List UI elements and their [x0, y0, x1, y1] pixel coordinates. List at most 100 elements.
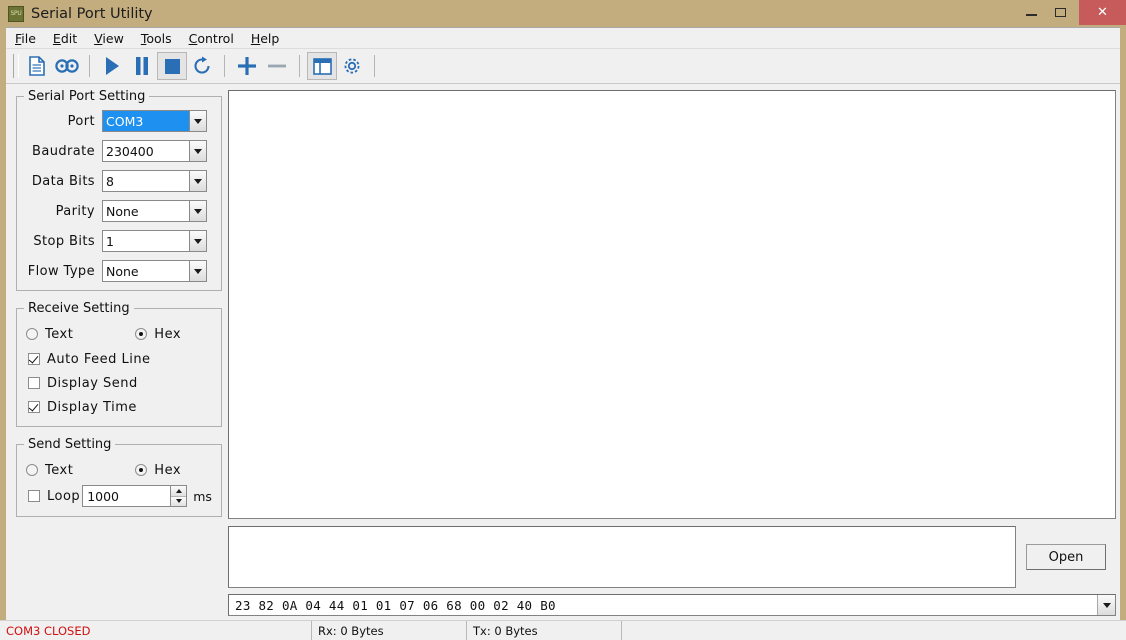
- auto-feed-line-row[interactable]: Auto Feed Line: [22, 347, 216, 371]
- window-controls: ✕: [1017, 0, 1126, 27]
- port-combo[interactable]: COM3: [102, 110, 207, 132]
- baudrate-value: 230400: [103, 141, 189, 161]
- baudrate-chevron-down-icon[interactable]: [189, 141, 206, 161]
- receive-text-radio-icon[interactable]: [26, 328, 38, 340]
- receive-hex-radio-icon[interactable]: [135, 328, 147, 340]
- serial-port-setting-legend: Serial Port Setting: [24, 89, 149, 104]
- stop-button[interactable]: [157, 52, 187, 80]
- send-hex-label: Hex: [154, 463, 181, 478]
- toolbar-separator-4: [374, 55, 375, 77]
- menu-tools-label-rest: ools: [146, 31, 171, 46]
- field-baudrate: Baudrate 230400: [22, 139, 216, 163]
- flow-type-label: Flow Type: [22, 264, 102, 279]
- port-value: COM3: [103, 111, 189, 131]
- close-icon: ✕: [1097, 5, 1108, 20]
- open-button[interactable]: Open: [1026, 544, 1106, 570]
- port-chevron-down-icon[interactable]: [189, 111, 206, 131]
- status-port-state: COM3 CLOSED: [0, 621, 312, 640]
- window-client-area: File Edit View Tools Control Help: [6, 27, 1120, 634]
- loop-interval-decrement-icon[interactable]: [171, 497, 186, 507]
- send-format-hex-option[interactable]: Hex: [135, 463, 181, 478]
- command-input[interactable]: 23 82 0A 04 44 01 01 07 06 68 00 02 40 B…: [229, 595, 1097, 615]
- send-format-row: Text Hex: [22, 457, 216, 483]
- parity-label: Parity: [22, 204, 102, 219]
- baudrate-label: Baudrate: [22, 144, 102, 159]
- record-spool-button[interactable]: [52, 52, 82, 80]
- loop-interval-value[interactable]: 1000: [83, 486, 170, 506]
- receive-format-text-option[interactable]: Text: [26, 327, 73, 342]
- send-text-area[interactable]: [228, 526, 1016, 588]
- flow-type-combo[interactable]: None: [102, 260, 207, 282]
- display-time-checkbox-icon[interactable]: [28, 401, 40, 413]
- field-data-bits: Data Bits 8: [22, 169, 216, 193]
- refresh-button[interactable]: [187, 52, 217, 80]
- parity-combo[interactable]: None: [102, 200, 207, 222]
- display-time-label: Display Time: [47, 400, 137, 415]
- serial-port-setting-group: Serial Port Setting Port COM3 Baudrate 2…: [16, 89, 222, 291]
- menu-edit-label-rest: dit: [61, 31, 77, 46]
- status-extra-cell: [622, 621, 1126, 640]
- remove-button[interactable]: [262, 52, 292, 80]
- minimize-button[interactable]: [1017, 1, 1046, 23]
- baudrate-combo[interactable]: 230400: [102, 140, 207, 162]
- menu-help[interactable]: Help: [251, 31, 280, 46]
- app-icon-text: SPU: [11, 10, 22, 17]
- menu-view[interactable]: View: [94, 31, 124, 46]
- pause-button[interactable]: [127, 52, 157, 80]
- data-bits-value: 8: [103, 171, 189, 191]
- settings-button[interactable]: [337, 52, 367, 80]
- menu-bar: File Edit View Tools Control Help: [6, 28, 1120, 49]
- display-time-row[interactable]: Display Time: [22, 395, 216, 419]
- refresh-icon: [192, 56, 212, 76]
- close-button[interactable]: ✕: [1079, 0, 1126, 25]
- play-button[interactable]: [97, 52, 127, 80]
- add-button[interactable]: [232, 52, 262, 80]
- menu-edit[interactable]: Edit: [53, 31, 77, 46]
- toolbar-grip[interactable]: [13, 54, 19, 78]
- data-bits-combo[interactable]: 8: [102, 170, 207, 192]
- flow-type-chevron-down-icon[interactable]: [189, 261, 206, 281]
- send-setting-group: Send Setting Text Hex Loop: [16, 437, 222, 517]
- maximize-icon: [1055, 8, 1066, 17]
- data-bits-label: Data Bits: [22, 174, 102, 189]
- menu-file-label-rest: ile: [21, 31, 36, 46]
- send-text-radio-icon[interactable]: [26, 464, 38, 476]
- maximize-button[interactable]: [1046, 1, 1075, 23]
- send-setting-legend: Send Setting: [24, 437, 115, 452]
- toolbar: [6, 49, 1120, 84]
- gear-icon: [342, 56, 362, 76]
- receive-format-hex-option[interactable]: Hex: [135, 327, 181, 342]
- receive-setting-group: Receive Setting Text Hex Auto: [16, 301, 222, 427]
- display-send-checkbox-icon[interactable]: [28, 377, 40, 389]
- command-history-combo[interactable]: 23 82 0A 04 44 01 01 07 06 68 00 02 40 B…: [228, 594, 1116, 616]
- loop-interval-increment-icon[interactable]: [171, 486, 186, 497]
- stop-bits-chevron-down-icon[interactable]: [189, 231, 206, 251]
- status-bar: COM3 CLOSED Rx: 0 Bytes Tx: 0 Bytes: [0, 620, 1126, 640]
- menu-control[interactable]: Control: [189, 31, 234, 46]
- menu-view-label-rest: iew: [102, 31, 123, 46]
- main-body: Serial Port Setting Port COM3 Baudrate 2…: [6, 84, 1120, 620]
- command-chevron-down-icon[interactable]: [1097, 595, 1115, 615]
- data-bits-chevron-down-icon[interactable]: [189, 171, 206, 191]
- display-send-row[interactable]: Display Send: [22, 371, 216, 395]
- menu-file[interactable]: File: [15, 31, 36, 46]
- loop-checkbox-icon[interactable]: [28, 490, 40, 502]
- receive-text-area[interactable]: [228, 90, 1116, 519]
- menu-tools[interactable]: Tools: [141, 31, 172, 46]
- pause-icon: [134, 56, 150, 76]
- new-document-button[interactable]: [22, 52, 52, 80]
- loop-interval-stepper[interactable]: 1000: [82, 485, 187, 507]
- panel-toggle-button[interactable]: [307, 52, 337, 80]
- parity-chevron-down-icon[interactable]: [189, 201, 206, 221]
- plus-icon: [237, 56, 257, 76]
- send-format-text-option[interactable]: Text: [26, 463, 73, 478]
- stop-bits-combo[interactable]: 1: [102, 230, 207, 252]
- stop-bits-label: Stop Bits: [22, 234, 102, 249]
- title-bar: SPU Serial Port Utility ✕: [0, 0, 1126, 27]
- auto-feed-line-checkbox-icon[interactable]: [28, 353, 40, 365]
- send-hex-radio-icon[interactable]: [135, 464, 147, 476]
- new-document-icon: [28, 56, 46, 76]
- auto-feed-line-label: Auto Feed Line: [47, 352, 151, 367]
- settings-pane: Serial Port Setting Port COM3 Baudrate 2…: [6, 84, 228, 620]
- parity-value: None: [103, 201, 189, 221]
